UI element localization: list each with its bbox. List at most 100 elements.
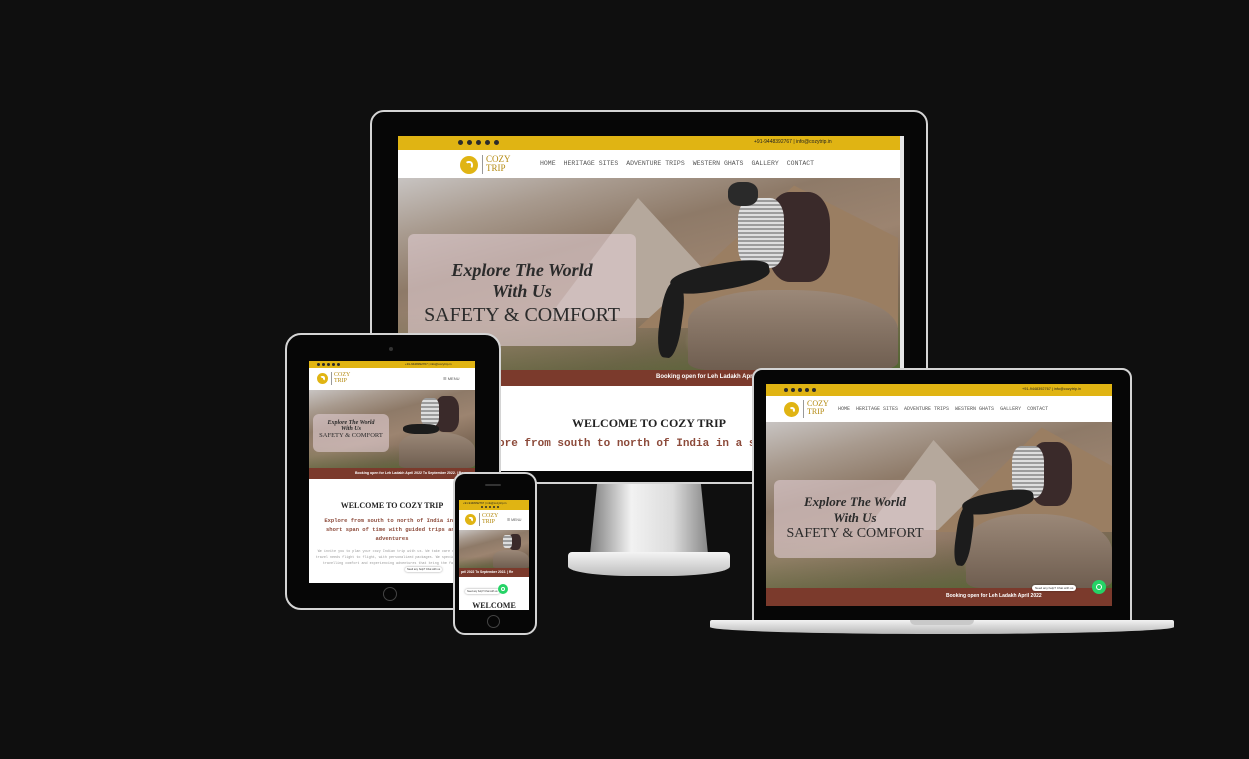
logo-icon[interactable]	[465, 514, 476, 525]
top-bar: +91-9448392767 | info@cozytrip.in	[766, 384, 1112, 396]
whatsapp-icon[interactable]	[498, 584, 508, 594]
twitter-icon[interactable]	[481, 506, 483, 508]
rock	[966, 514, 1112, 588]
top-bar: +91-9448392767 | info@cozytrip.in	[309, 361, 475, 368]
laptop-notch	[910, 620, 974, 625]
logo-line2: TRIP	[807, 407, 825, 416]
nav-western-ghats[interactable]: WESTERN GHATS	[693, 160, 744, 167]
social-icons	[317, 363, 340, 366]
booking-text: pril 2022 To September 2022. | Re	[461, 570, 514, 574]
youtube-icon[interactable]	[805, 388, 809, 392]
laptop-screen: +91-9448392767 | info@cozytrip.in COZY T…	[766, 384, 1112, 606]
twitter-icon[interactable]	[317, 363, 320, 366]
hero-banner	[459, 530, 529, 568]
contact-info: +91-9448392767 | info@cozytrip.in	[463, 501, 507, 505]
hero-heading-line2: With Us	[833, 510, 877, 525]
facebook-icon[interactable]	[467, 140, 472, 145]
tablet-screen: +91-9448392767 | info@cozytrip.in COZY T…	[309, 361, 475, 583]
instagram-icon[interactable]	[489, 506, 491, 508]
youtube-icon[interactable]	[332, 363, 335, 366]
tablet-home-button[interactable]	[383, 587, 397, 601]
rock	[688, 290, 898, 370]
nav-adventure-trips[interactable]: ADVENTURE TRIPS	[626, 160, 685, 167]
nav-heritage-sites[interactable]: HERITAGE SITES	[564, 160, 619, 167]
nav-gallery[interactable]: GALLERY	[1000, 406, 1021, 412]
nav-western-ghats[interactable]: WESTERN GHATS	[955, 406, 994, 412]
youtube-icon[interactable]	[485, 140, 490, 145]
facebook-icon[interactable]	[791, 388, 795, 392]
hero-banner: Explore The World With Us SAFETY & COMFO…	[309, 390, 475, 468]
hero-text-box: Explore The World With Us SAFETY & COMFO…	[408, 234, 636, 346]
youtube-icon[interactable]	[493, 506, 495, 508]
linkedin-icon[interactable]	[812, 388, 816, 392]
menu-button[interactable]: ☰ MENU	[507, 518, 521, 522]
phone-home-button[interactable]	[487, 615, 500, 628]
monitor-stand	[590, 484, 708, 554]
instagram-icon[interactable]	[476, 140, 481, 145]
contact-info: +91-9448392767 | info@cozytrip.in	[1022, 387, 1081, 391]
hero-subheading: SAFETY & COMFORT	[319, 432, 383, 439]
person	[503, 535, 512, 548]
logo-icon[interactable]	[317, 373, 328, 384]
hero-banner: Explore The World With Us SAFETY & COMFO…	[766, 422, 1112, 588]
rock	[493, 550, 529, 568]
hero-heading-line1: Explore The World	[451, 260, 593, 280]
phone-screen: +91-9448392767 | info@cozytrip.in COZY T…	[459, 500, 529, 610]
booking-ticker[interactable]: pril 2022 To September 2022. | Re	[459, 568, 529, 577]
logo-divider	[479, 513, 480, 526]
logo-icon[interactable]	[460, 156, 478, 174]
nav-home[interactable]: HOME	[540, 160, 556, 167]
phone: +91-9448392767 | info@cozytrip.in COZY T…	[453, 472, 537, 635]
top-bar: +91-9448392767 | info@cozytrip.in	[459, 500, 529, 510]
person	[728, 182, 758, 206]
welcome-heading: WELCOME	[472, 601, 516, 610]
social-icons	[481, 506, 499, 508]
whatsapp-icon[interactable]	[1092, 580, 1106, 594]
nav-home[interactable]: HOME	[838, 406, 850, 412]
laptop: +91-9448392767 | info@cozytrip.in COZY T…	[752, 368, 1132, 624]
monitor-base	[568, 552, 730, 576]
instagram-icon[interactable]	[798, 388, 802, 392]
welcome-heading: WELCOME TO COZY TRIP	[340, 501, 444, 510]
linkedin-icon[interactable]	[337, 363, 340, 366]
whatsapp-bubble[interactable]: Need any help? Chat with us	[405, 567, 443, 572]
person	[738, 198, 784, 268]
linkedin-icon[interactable]	[497, 506, 499, 508]
tablet-camera	[389, 347, 393, 351]
nav-adventure-trips[interactable]: ADVENTURE TRIPS	[904, 406, 949, 412]
nav-contact[interactable]: CONTACT	[1027, 406, 1048, 412]
facebook-icon[interactable]	[322, 363, 325, 366]
booking-text: Booking open for Leh Ladakh April 2022 T…	[355, 471, 464, 475]
whatsapp-bubble[interactable]: Need any help? Chat with us	[465, 589, 500, 594]
facebook-icon[interactable]	[485, 506, 487, 508]
twitter-icon[interactable]	[458, 140, 463, 145]
nav-contact[interactable]: CONTACT	[787, 160, 814, 167]
logo-text[interactable]: COZY TRIP	[482, 513, 498, 525]
intro-paragraph: We invite you to plan your cozy Indian t…	[315, 550, 469, 566]
booking-ticker[interactable]: Booking open for Leh Ladakh April 2022 T…	[309, 468, 475, 479]
menu-button[interactable]: ☰ MENU	[443, 376, 459, 381]
hero-text-box: Explore The World With Us SAFETY & COMFO…	[313, 414, 389, 452]
tagline: Explore from south to north of India in …	[324, 517, 460, 542]
logo-text[interactable]: COZY TRIP	[486, 155, 511, 173]
rock	[399, 432, 475, 468]
logo-line2: TRIP	[334, 378, 348, 384]
nav-heritage-sites[interactable]: HERITAGE SITES	[856, 406, 898, 412]
logo-line2: TRIP	[482, 519, 496, 525]
logo-text[interactable]: COZY TRIP	[334, 372, 350, 384]
booking-text: Booking open for Leh Ladakh April 2022	[946, 593, 1042, 599]
navbar: COZY TRIP HOME HERITAGE SITES ADVENTURE …	[398, 150, 900, 178]
whatsapp-bubble[interactable]: Need any help? Chat with us	[1032, 585, 1077, 591]
logo-text[interactable]: COZY TRIP	[807, 400, 829, 416]
navbar: COZY TRIP ☰ MENU	[459, 510, 529, 530]
logo-divider	[331, 372, 332, 385]
navbar: COZY TRIP ☰ MENU	[309, 368, 475, 390]
instagram-icon[interactable]	[327, 363, 330, 366]
nav-gallery[interactable]: GALLERY	[751, 160, 778, 167]
logo-icon[interactable]	[784, 402, 799, 417]
linkedin-icon[interactable]	[494, 140, 499, 145]
navbar: COZY TRIP HOME HERITAGE SITES ADVENTURE …	[766, 396, 1112, 422]
social-icons	[784, 388, 816, 392]
logo-divider	[482, 155, 483, 174]
twitter-icon[interactable]	[784, 388, 788, 392]
